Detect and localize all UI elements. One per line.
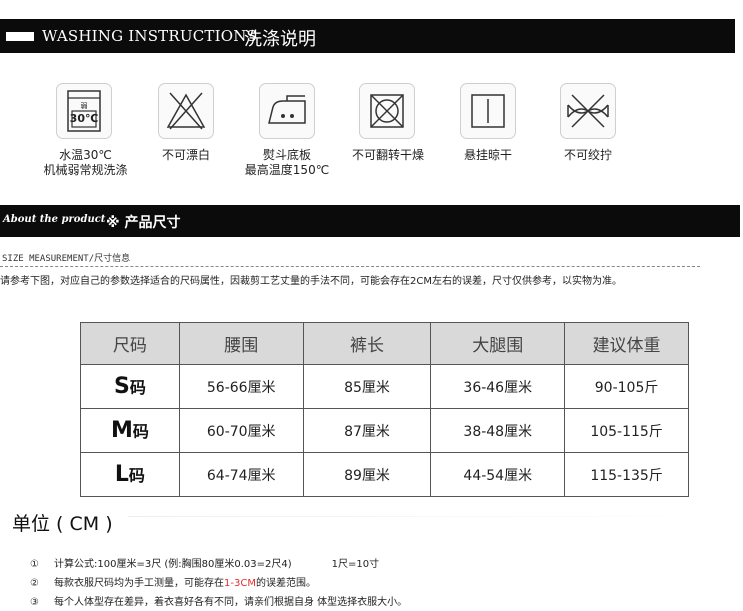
size-cell: M码 (80, 408, 180, 453)
table-row: S码 56-66厘米 85厘米 36-46厘米 90-105斤 (80, 364, 689, 409)
header-weight: 建议体重 (564, 322, 689, 365)
washing-title-en: WASHING INSTRUCTIONS (42, 27, 258, 45)
weight-cell: 90-105斤 (564, 364, 689, 409)
error-range-highlight: 1-3CM (224, 578, 256, 589)
table-header-row: 尺码 腰围 裤长 大腿围 建议体重 (80, 322, 689, 365)
length-cell: 87厘米 (302, 408, 432, 453)
header-waist: 腰围 (178, 322, 304, 365)
waist-cell: 56-66厘米 (178, 364, 304, 409)
washing-instructions-banner: WASHING INSTRUCTIONS 洗涤说明 (0, 19, 735, 53)
waist-cell: 64-74厘米 (178, 452, 304, 497)
wash-temp-label: 30℃ (69, 112, 99, 125)
about-product-banner: About the product ※ 产品尺寸 (0, 205, 740, 237)
banner-marker (6, 32, 34, 41)
wash-30-icon: 弱 30℃ (56, 83, 112, 139)
length-cell: 89厘米 (302, 452, 432, 497)
no-wring-caption: 不可绞拧 (563, 148, 612, 162)
footnote-2: ② 每款衣服尺码均为手工测量，可能存在1-3CM的误差范围。 (30, 578, 316, 589)
header-size: 尺码 (80, 322, 180, 365)
footnote-1: ① 计算公式:100厘米=3尺 (例:胸围80厘米0.03=2尺4) 1尺=10寸 (30, 559, 380, 570)
unit-divider (128, 516, 728, 517)
size-cell: L码 (80, 452, 180, 497)
wash-gentle-mark: 弱 (80, 102, 88, 110)
footnote-3: ③ 每个人体型存在差异，着衣喜好各有不同，请亲们根据自身 体型选择衣服大小。 (30, 597, 408, 608)
weight-cell: 105-115斤 (564, 408, 689, 453)
dashed-divider (0, 266, 700, 267)
table-row: L码 64-74厘米 89厘米 44-54厘米 115-135斤 (80, 452, 689, 497)
about-title-zh: ※ 产品尺寸 (106, 215, 181, 231)
size-cell: S码 (80, 364, 180, 409)
size-measurement-heading: SIZE MEASUREMENT/尺寸信息 (2, 254, 131, 264)
weight-cell: 115-135斤 (564, 452, 689, 497)
wash-caption: 水温30℃ 机械弱常规洗涤 (43, 148, 128, 177)
washing-title-zh: 洗涤说明 (244, 29, 316, 50)
no-tumble-dry-icon (359, 83, 415, 139)
hang-dry-icon (460, 83, 516, 139)
length-cell: 85厘米 (302, 364, 432, 409)
size-note: 请参考下图，对应自己的参数选择适合的尺码属性，因裁剪工艺丈量的手法不同，可能会存… (0, 276, 622, 287)
iron-150-icon (259, 83, 315, 139)
thigh-cell: 38-48厘米 (430, 408, 566, 453)
header-thigh: 大腿围 (430, 322, 566, 365)
no-bleach-icon (158, 83, 214, 139)
no-bleach-caption: 不可漂白 (161, 148, 210, 162)
no-tumble-dry-caption: 不可翻转干燥 (351, 148, 424, 162)
iron-caption: 熨斗底板 最高温度150℃ (244, 148, 330, 177)
header-length: 裤长 (302, 322, 432, 365)
no-wring-icon (560, 83, 616, 139)
thigh-cell: 44-54厘米 (430, 452, 566, 497)
about-title-en: About the product (3, 214, 106, 225)
unit-label: 单位 ( CM ) (12, 513, 113, 535)
hang-dry-caption: 悬挂晾干 (463, 148, 512, 162)
thigh-cell: 36-46厘米 (430, 364, 566, 409)
size-table: 尺码 腰围 裤长 大腿围 建议体重 S码 56-66厘米 85厘米 36-46厘… (80, 322, 689, 497)
table-row: M码 60-70厘米 87厘米 38-48厘米 105-115斤 (80, 408, 689, 453)
waist-cell: 60-70厘米 (178, 408, 304, 453)
